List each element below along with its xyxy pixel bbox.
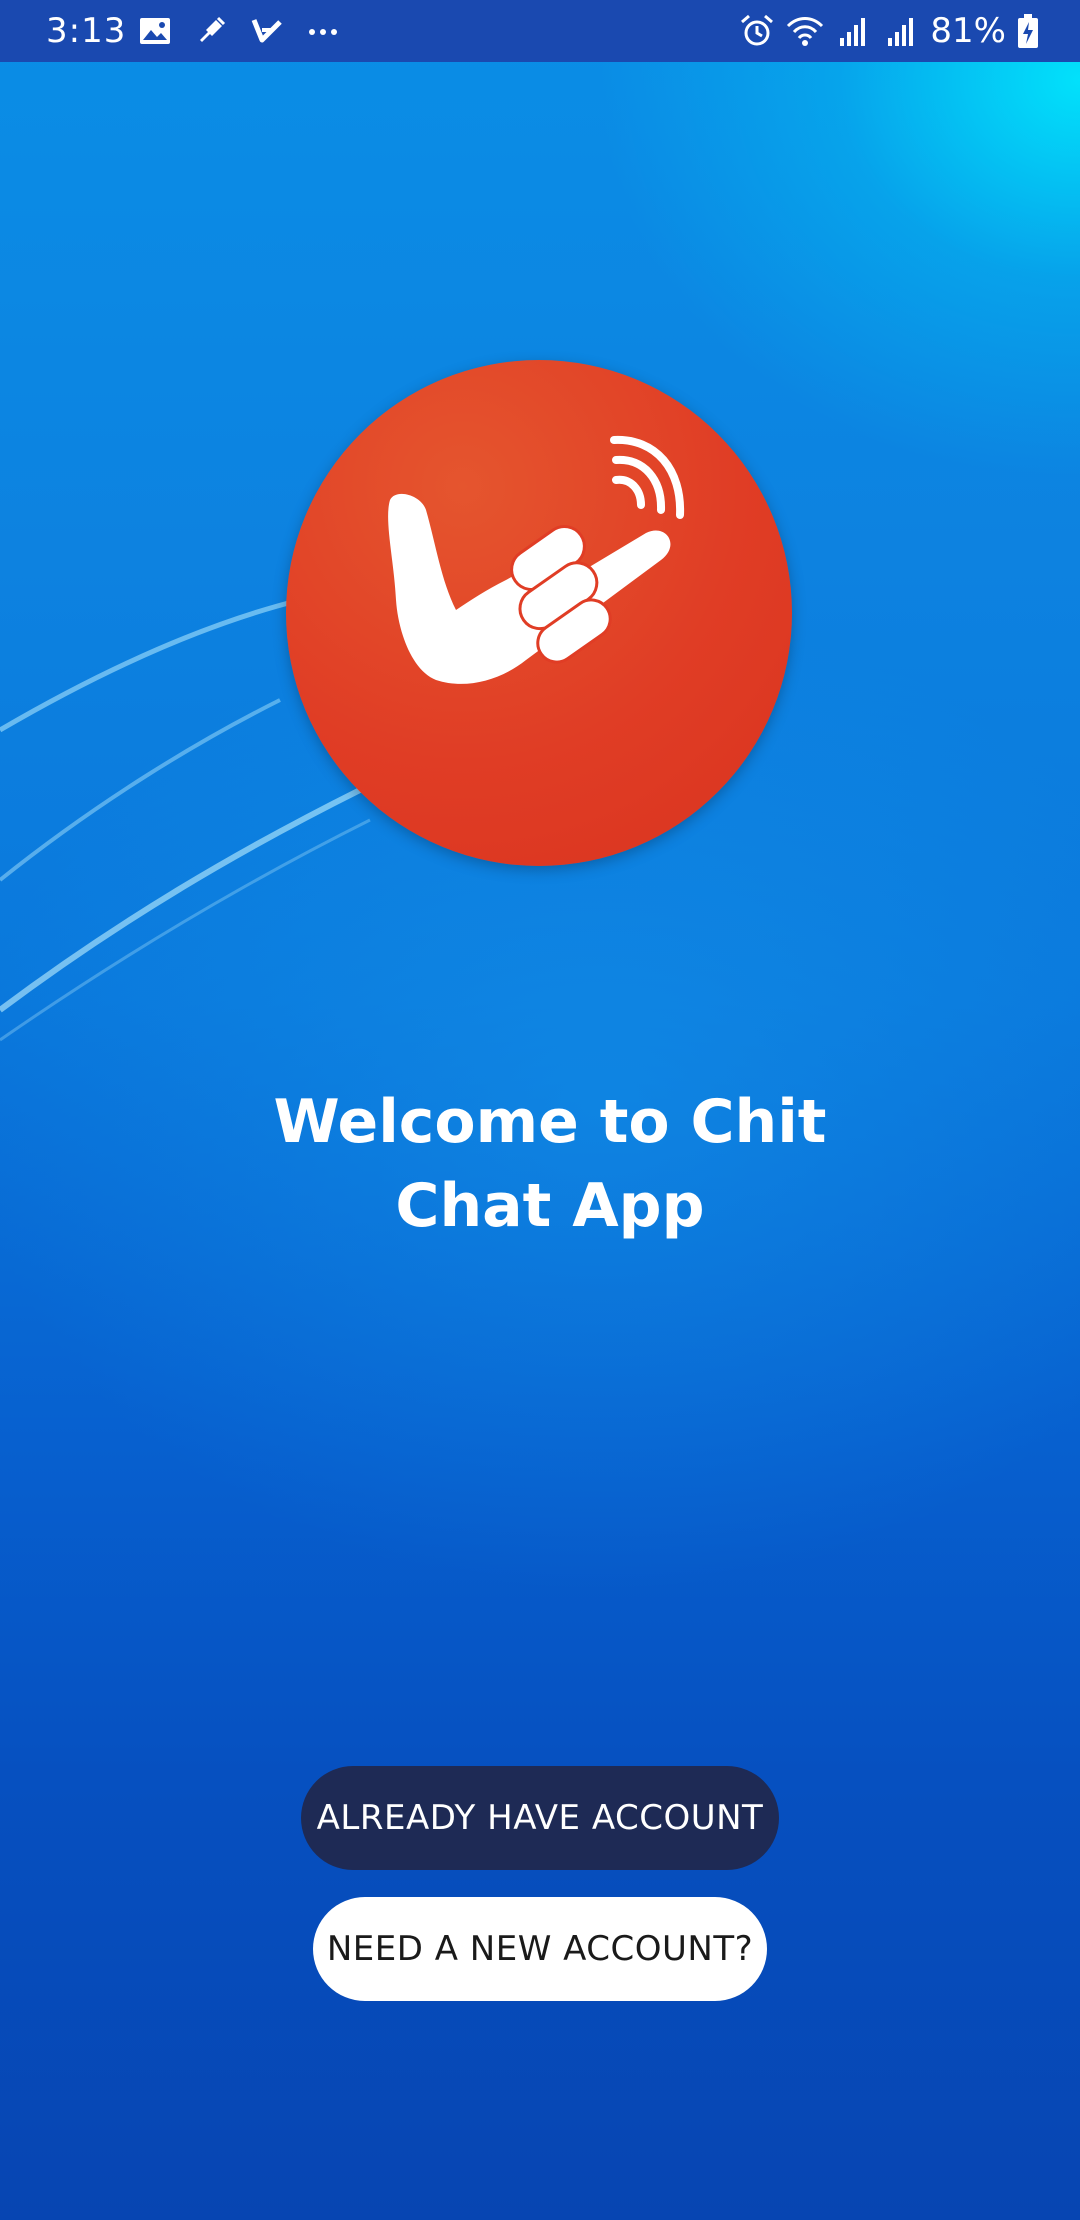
system-icons: 81% bbox=[738, 10, 1040, 52]
hand-signal-logo-icon bbox=[388, 435, 685, 684]
need-new-account-button[interactable]: NEED A NEW ACCOUNT? bbox=[313, 1897, 767, 2001]
welcome-screen: 3:13 81% Welcome to Chit Chat App ALREAD… bbox=[0, 0, 1080, 2220]
signal-icon bbox=[888, 18, 914, 46]
alarm-icon bbox=[741, 14, 774, 46]
wifi-icon bbox=[787, 17, 824, 46]
check-icon bbox=[251, 19, 282, 43]
battery-percent: 81% bbox=[930, 11, 1006, 51]
signal-icon bbox=[840, 18, 866, 46]
battery-icon bbox=[1018, 14, 1038, 48]
gallery-icon bbox=[140, 18, 170, 44]
app-logo bbox=[286, 360, 792, 866]
more-dots-icon bbox=[309, 29, 337, 35]
notification-icons bbox=[136, 12, 342, 50]
welcome-title: Welcome to Chit Chat App bbox=[273, 1087, 827, 1241]
status-time: 3:13 bbox=[46, 11, 127, 51]
status-bar: 3:13 81% bbox=[0, 0, 1080, 62]
already-have-account-button[interactable]: ALREADY HAVE ACCOUNT bbox=[301, 1766, 779, 1870]
usb-icon bbox=[200, 16, 226, 42]
